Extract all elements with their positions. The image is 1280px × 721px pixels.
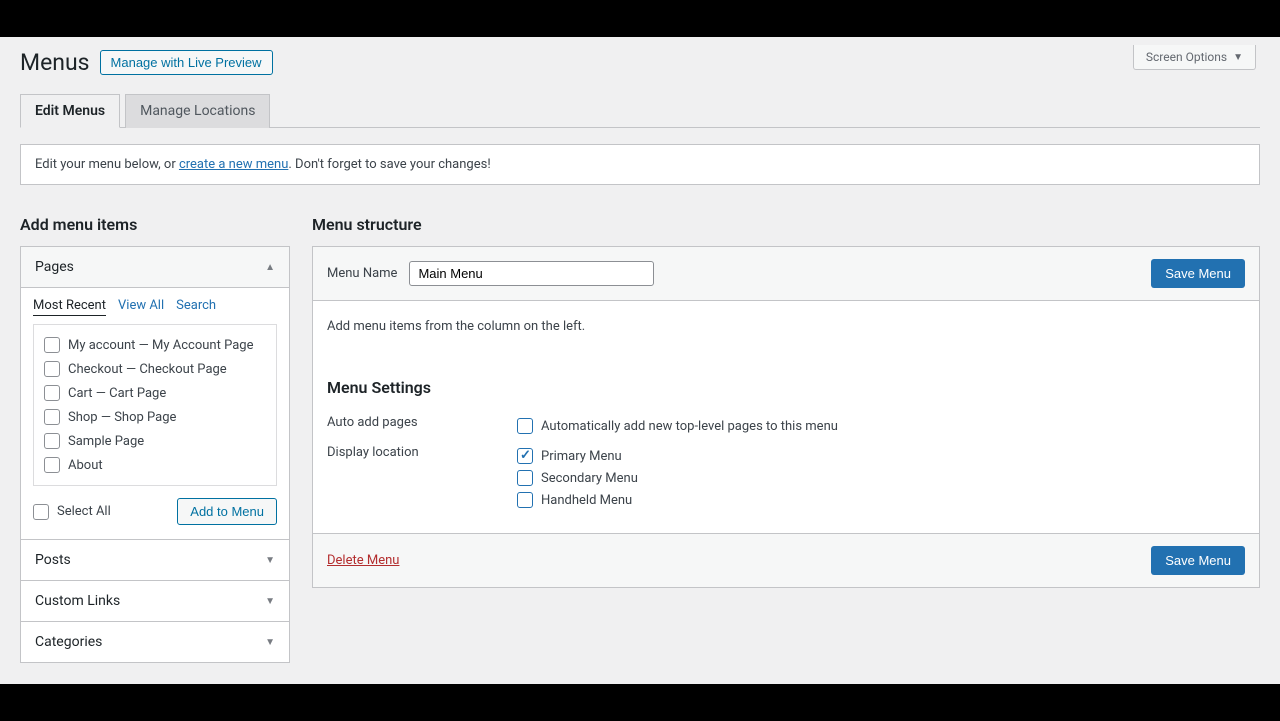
menu-name-label: Menu Name — [327, 266, 397, 281]
menu-frame: Menu Name Save Menu Add menu items from … — [312, 246, 1260, 588]
tab-manage-locations[interactable]: Manage Locations — [125, 94, 270, 128]
select-all-checkbox[interactable] — [33, 504, 49, 520]
bottom-black-bar — [0, 684, 1280, 721]
subtab-most-recent[interactable]: Most Recent — [33, 298, 106, 316]
top-black-bar — [0, 0, 1280, 37]
select-all-wrap[interactable]: Select All — [33, 504, 111, 520]
page-label: Cart — Cart Page — [68, 386, 166, 401]
screen-options-label: Screen Options — [1146, 50, 1227, 64]
chevron-up-icon: ▲ — [265, 262, 275, 273]
auto-add-option-label: Automatically add new top-level pages to… — [541, 419, 838, 434]
chevron-down-icon: ▼ — [265, 555, 275, 566]
page-label: About — [68, 458, 103, 473]
accordion-posts-label: Posts — [35, 552, 71, 568]
accordion-categories: Categories ▼ — [20, 621, 290, 663]
location-primary-checkbox[interactable] — [517, 448, 533, 464]
delete-menu-link[interactable]: Delete Menu — [327, 553, 399, 568]
menu-name-input[interactable] — [409, 261, 654, 286]
accordion-pages-header[interactable]: Pages ▲ — [21, 247, 289, 288]
location-secondary-label: Secondary Menu — [541, 471, 638, 486]
accordion-pages: Pages ▲ Most Recent View All Search My a… — [20, 246, 290, 540]
add-to-menu-button[interactable]: Add to Menu — [177, 498, 277, 525]
page-label: My account — My Account Page — [68, 338, 253, 353]
accordion-custom-links-label: Custom Links — [35, 593, 120, 609]
accordion-posts: Posts ▼ — [20, 539, 290, 581]
chevron-down-icon: ▼ — [265, 637, 275, 648]
location-primary-label: Primary Menu — [541, 449, 622, 464]
location-handheld-checkbox[interactable] — [517, 492, 533, 508]
page-checkbox-cart[interactable] — [44, 385, 60, 401]
select-all-label: Select All — [57, 504, 111, 519]
accordion-categories-header[interactable]: Categories ▼ — [21, 622, 289, 662]
accordion-custom-links-header[interactable]: Custom Links ▼ — [21, 581, 289, 621]
notice-suffix: . Don't forget to save your changes! — [288, 157, 490, 172]
location-secondary-checkbox[interactable] — [517, 470, 533, 486]
subtab-view-all[interactable]: View All — [118, 298, 164, 316]
auto-add-pages-label: Auto add pages — [327, 415, 517, 430]
notice-bar: Edit your menu below, or create a new me… — [20, 144, 1260, 185]
pages-checklist: My account — My Account Page Checkout — … — [33, 324, 277, 486]
save-menu-button-top[interactable]: Save Menu — [1151, 259, 1245, 288]
page-checkbox-sample-page[interactable] — [44, 433, 60, 449]
auto-add-checkbox[interactable] — [517, 418, 533, 434]
location-handheld-label: Handheld Menu — [541, 493, 632, 508]
page-label: Checkout — Checkout Page — [68, 362, 227, 377]
accordion-pages-label: Pages — [35, 259, 74, 275]
create-new-menu-link[interactable]: create a new menu — [179, 157, 288, 172]
chevron-down-icon: ▼ — [1233, 52, 1243, 63]
notice-prefix: Edit your menu below, or — [35, 157, 179, 172]
tab-edit-menus[interactable]: Edit Menus — [20, 94, 120, 128]
accordion-custom-links: Custom Links ▼ — [20, 580, 290, 622]
page-checkbox-checkout[interactable] — [44, 361, 60, 377]
accordion-posts-header[interactable]: Posts ▼ — [21, 540, 289, 580]
accordion-categories-label: Categories — [35, 634, 102, 650]
menu-settings-title: Menu Settings — [327, 378, 1259, 397]
add-menu-items-title: Add menu items — [20, 215, 290, 234]
page-label: Shop — Shop Page — [68, 410, 176, 425]
screen-options-toggle[interactable]: Screen Options ▼ — [1133, 45, 1256, 70]
menu-body-hint: Add menu items from the column on the le… — [313, 301, 1259, 364]
page-title: Menus — [20, 49, 90, 76]
subtab-search[interactable]: Search — [176, 298, 216, 316]
page-checkbox-my-account[interactable] — [44, 337, 60, 353]
nav-tabs: Edit Menus Manage Locations — [20, 94, 1260, 128]
save-menu-button-bottom[interactable]: Save Menu — [1151, 546, 1245, 575]
page-checkbox-shop[interactable] — [44, 409, 60, 425]
manage-live-preview-button[interactable]: Manage with Live Preview — [100, 50, 273, 75]
menu-structure-title: Menu structure — [312, 215, 1260, 234]
display-location-label: Display location — [327, 445, 517, 460]
page-label: Sample Page — [68, 434, 144, 449]
chevron-down-icon: ▼ — [265, 596, 275, 607]
page-checkbox-about[interactable] — [44, 457, 60, 473]
